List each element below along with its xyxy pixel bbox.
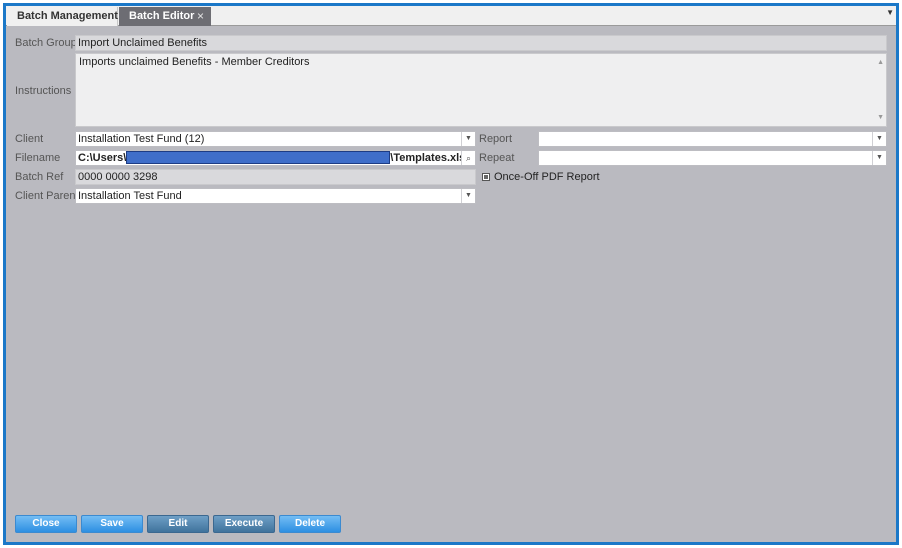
report-label: Report [479, 133, 513, 145]
once-off-pdf-report-label: Once-Off PDF Report [494, 171, 600, 183]
client-parent-value: Installation Test Fund [78, 190, 182, 202]
client-dropdown[interactable]: Installation Test Fund (12) ▼ [75, 131, 476, 147]
client-parent-dropdown[interactable]: Installation Test Fund ▼ [75, 188, 476, 204]
client-parent-label: Client Parent [15, 190, 79, 202]
batch-group-label: Batch Group [15, 37, 77, 49]
action-button-bar: Close Save Edit Execute Delete [15, 515, 341, 533]
tab-batch-editor[interactable]: Batch Editor × [119, 7, 211, 26]
tab-bar: Batch Management Batch Editor × ▼ [6, 6, 896, 26]
chevron-down-icon[interactable]: ▼ [461, 132, 475, 146]
execute-button[interactable]: Execute [213, 515, 275, 533]
batch-group-field: Import Unclaimed Benefits [75, 35, 887, 51]
batch-ref-label: Batch Ref [15, 171, 64, 183]
redacted-path [126, 151, 391, 164]
tab-batch-management[interactable]: Batch Management [7, 7, 118, 26]
scroll-down-icon[interactable]: ▼ [877, 111, 884, 124]
close-button[interactable]: Close [15, 515, 77, 533]
instructions-text: Imports unclaimed Benefits - Member Cred… [79, 56, 310, 68]
filename-suffix: \Templates.xlsx [390, 152, 472, 164]
search-icon[interactable]: ⌕ [461, 151, 475, 165]
scroll-up-icon[interactable]: ▲ [877, 56, 884, 69]
checkbox-icon[interactable] [482, 173, 490, 181]
repeat-label: Repeat [479, 152, 515, 164]
delete-button[interactable]: Delete [279, 515, 341, 533]
once-off-pdf-report-checkbox[interactable]: Once-Off PDF Report [482, 170, 600, 184]
filename-input[interactable]: C:\Users\ \Templates.xlsx ⌕ [75, 150, 476, 166]
tab-menu-chevron-down-icon[interactable]: ▼ [886, 8, 894, 17]
client-value: Installation Test Fund (12) [78, 133, 205, 145]
instructions-textarea[interactable]: Imports unclaimed Benefits - Member Cred… [75, 53, 887, 127]
client-label: Client [15, 133, 44, 145]
tab-label: Batch Management [17, 10, 118, 22]
tab-label: Batch Editor [129, 10, 195, 22]
chevron-down-icon[interactable]: ▼ [872, 151, 886, 165]
batch-editor-window: Batch Management Batch Editor × ▼ Batch … [3, 3, 899, 545]
chevron-down-icon[interactable]: ▼ [461, 189, 475, 203]
edit-button[interactable]: Edit [147, 515, 209, 533]
filename-label: Filename [15, 152, 61, 164]
instructions-label: Instructions [15, 85, 72, 97]
batch-ref-field: 0000 0000 3298 [75, 169, 476, 185]
save-button[interactable]: Save [81, 515, 143, 533]
chevron-down-icon[interactable]: ▼ [872, 132, 886, 146]
repeat-dropdown[interactable]: ▼ [538, 150, 887, 166]
close-icon[interactable]: × [197, 7, 204, 26]
filename-prefix: C:\Users\ [78, 152, 127, 164]
report-dropdown[interactable]: ▼ [538, 131, 887, 147]
